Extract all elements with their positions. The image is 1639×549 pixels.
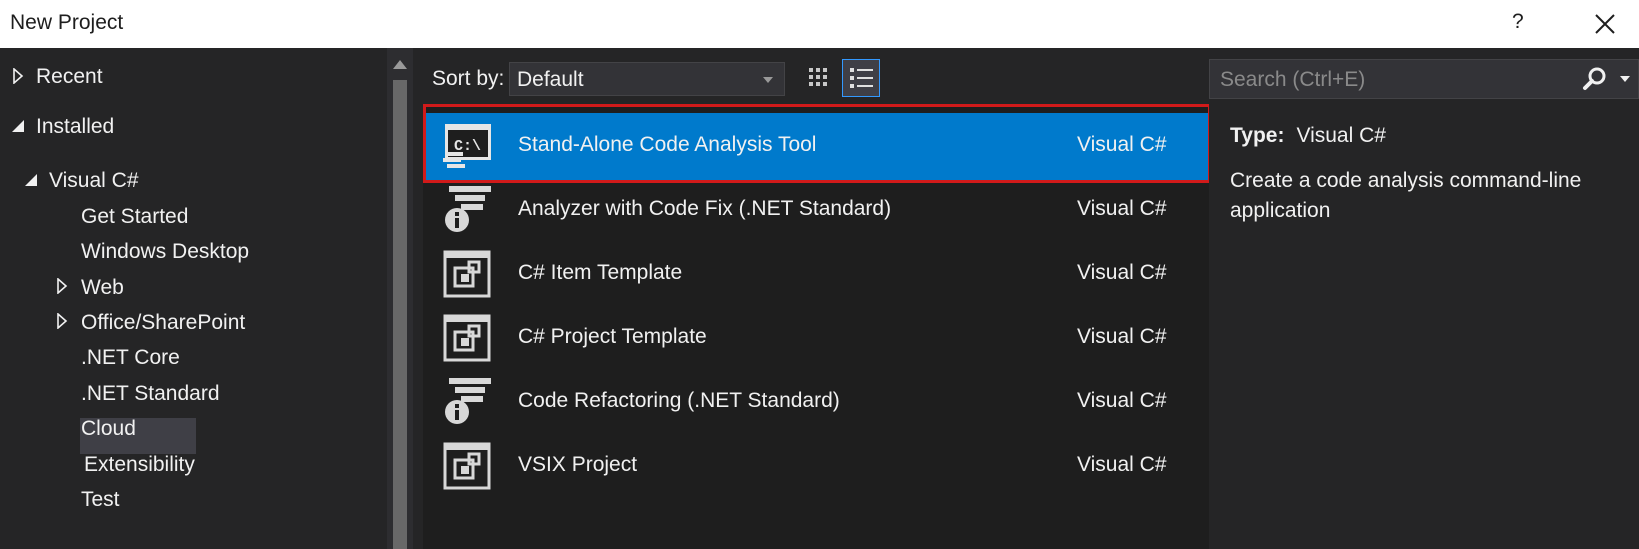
template-name: Code Refactoring (.NET Standard) [518, 389, 840, 412]
template-item-csharp-project-template[interactable]: C# Project Template Visual C# [423, 305, 1209, 372]
collapse-arrow-icon[interactable] [24, 173, 38, 187]
tree-item-net-core[interactable]: .NET Core [81, 346, 180, 370]
list-view-button[interactable] [842, 59, 880, 97]
template-item-analyzer-with-code-fix[interactable]: Analyzer with Code Fix (.NET Standard) V… [423, 177, 1209, 244]
template-item-csharp-item-template[interactable]: C# Item Template Visual C# [423, 241, 1209, 308]
template-language: Visual C# [1077, 453, 1167, 476]
search-options-chevron-icon[interactable] [1618, 73, 1632, 85]
type-label: Type: [1230, 124, 1285, 147]
tree-item-net-standard[interactable]: .NET Standard [81, 382, 220, 406]
tree-item-web[interactable]: Web [81, 276, 124, 300]
search-input[interactable] [1218, 66, 1562, 94]
sort-value: Default [517, 68, 584, 91]
list-view-icon [850, 68, 873, 88]
tree-item-windows-desktop[interactable]: Windows Desktop [81, 240, 249, 264]
expand-arrow-icon[interactable] [56, 313, 68, 329]
template-name: Stand-Alone Code Analysis Tool [518, 133, 817, 156]
type-value: Visual C# [1296, 124, 1386, 147]
chevron-down-icon [763, 77, 773, 83]
template-language: Visual C# [1077, 197, 1167, 220]
tree-item-installed[interactable]: Installed [36, 115, 114, 139]
tree-item-visual-csharp[interactable]: Visual C# [49, 169, 139, 193]
template-icon [443, 250, 491, 298]
template-description: Create a code analysis command-line appl… [1230, 169, 1582, 222]
scrollbar-thumb[interactable] [393, 80, 407, 549]
tree-item-test[interactable]: Test [81, 488, 120, 512]
template-name: C# Item Template [518, 261, 683, 284]
template-name: C# Project Template [518, 325, 707, 348]
sort-label: Sort by: [432, 67, 505, 90]
template-language: Visual C# [1077, 389, 1167, 412]
tree-item-office-sharepoint[interactable]: Office/SharePoint [81, 311, 245, 335]
console-app-icon: C:\ [443, 124, 491, 168]
tree-item-cloud[interactable]: Cloud [81, 417, 136, 441]
template-item-code-refactoring[interactable]: Code Refactoring (.NET Standard) Visual … [423, 369, 1209, 436]
template-language: Visual C# [1077, 133, 1167, 156]
expand-arrow-icon[interactable] [56, 278, 68, 294]
scroll-up-icon[interactable] [392, 58, 408, 70]
template-name: VSIX Project [518, 453, 638, 476]
small-icons-view-button[interactable] [800, 59, 838, 97]
template-item-vsix-project[interactable]: VSIX Project Visual C# [423, 433, 1209, 500]
window-title: New Project [10, 11, 124, 34]
analyzer-info-icon [445, 378, 491, 424]
template-icon [443, 314, 491, 362]
template-type: Type: Visual C# [1230, 124, 1386, 148]
title-bar: New Project ? [0, 0, 1639, 48]
expand-arrow-icon[interactable] [12, 68, 24, 84]
template-item-standalone-code-analysis-tool[interactable]: C:\ Stand-Alone Code Analysis Tool Visua… [423, 113, 1209, 180]
search-box[interactable] [1209, 59, 1639, 99]
template-name: Analyzer with Code Fix (.NET Standard) [518, 197, 892, 220]
tree-item-recent[interactable]: Recent [36, 65, 103, 89]
search-icon[interactable] [1582, 66, 1608, 92]
template-language: Visual C# [1077, 261, 1167, 284]
help-button[interactable]: ? [1512, 10, 1524, 34]
analyzer-info-icon [445, 186, 491, 232]
grid-view-icon [809, 68, 827, 86]
tree-item-extensibility[interactable]: Extensibility [84, 453, 195, 477]
template-language: Visual C# [1077, 325, 1167, 348]
template-icon [443, 442, 491, 490]
template-list: C:\ Stand-Alone Code Analysis Tool Visua… [423, 104, 1209, 549]
collapse-arrow-icon[interactable] [11, 119, 25, 133]
close-icon[interactable] [1593, 12, 1617, 36]
sort-dropdown[interactable]: Default [509, 62, 785, 96]
tree-item-get-started[interactable]: Get Started [81, 205, 188, 229]
